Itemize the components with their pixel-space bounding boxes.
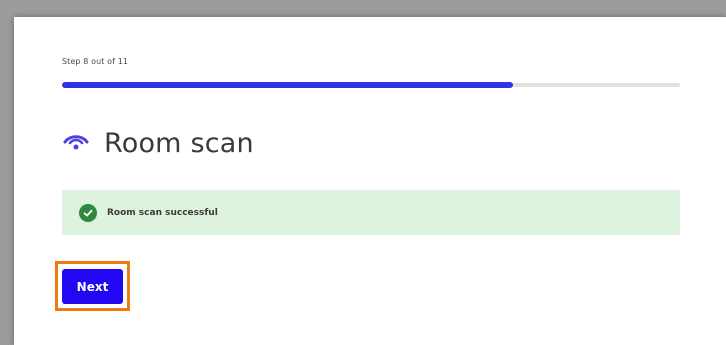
alert-message: Room scan successful: [107, 207, 218, 218]
title-row: Room scan: [62, 123, 254, 163]
progress-bar-fill: [62, 82, 514, 88]
page-title: Room scan: [104, 127, 254, 159]
check-circle-icon: [79, 203, 97, 222]
eye-icon: [62, 133, 90, 153]
next-button[interactable]: Next: [62, 269, 123, 304]
success-alert: Room scan successful: [62, 190, 680, 235]
step-counter: Step 8 out of 11: [62, 57, 129, 66]
step-panel: Step 8 out of 11 Room scan Room scan suc…: [14, 17, 726, 345]
progress-bar: [62, 82, 680, 88]
